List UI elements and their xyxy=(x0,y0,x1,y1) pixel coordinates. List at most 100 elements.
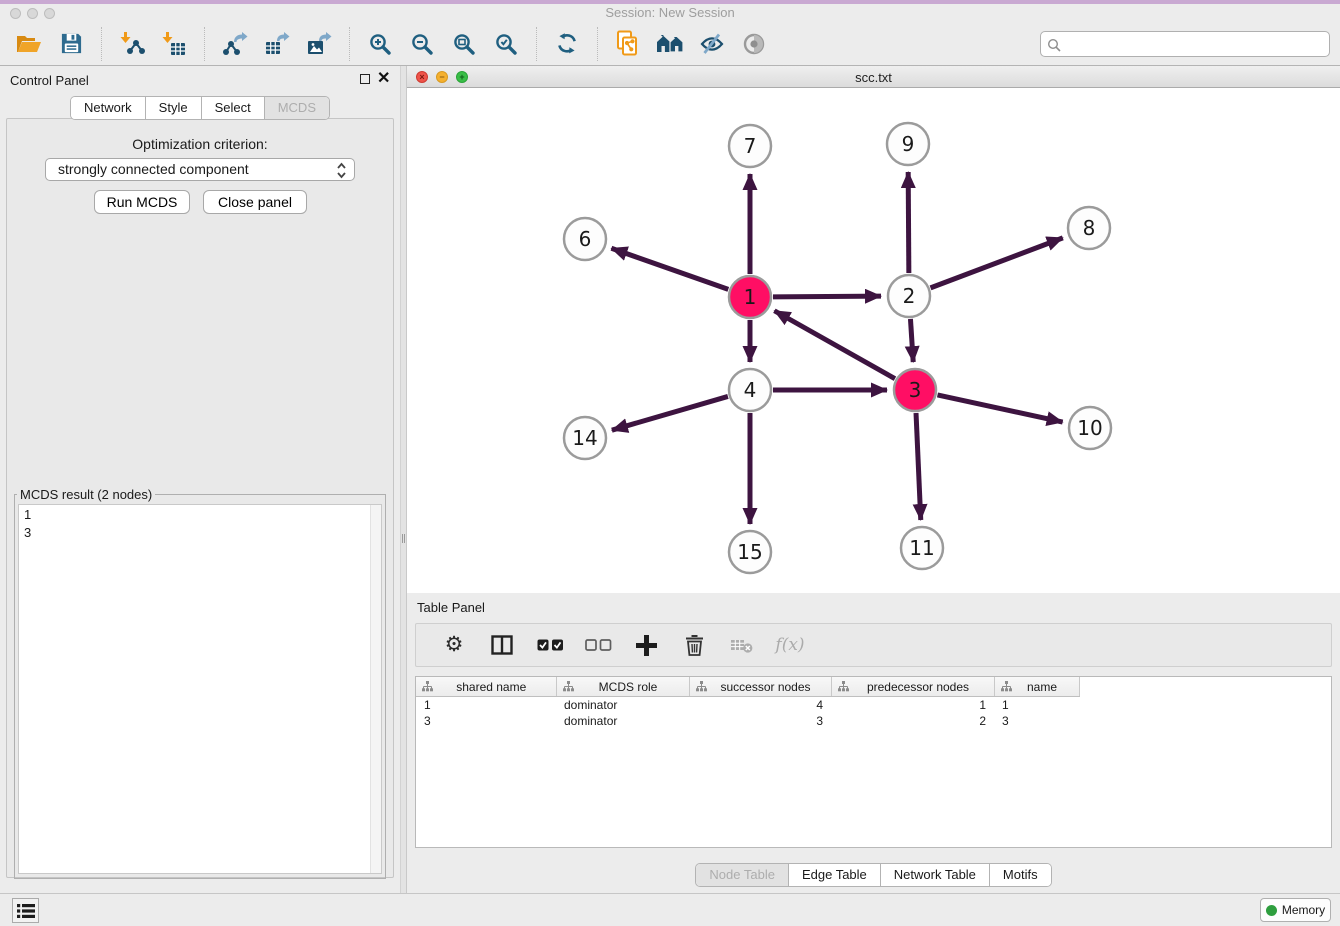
table-row[interactable]: 3dominator323 xyxy=(416,713,1079,729)
table-cell: 3 xyxy=(689,713,831,729)
splitter-grip xyxy=(402,534,405,543)
new-network-from-selection-icon[interactable] xyxy=(613,29,643,59)
ndex-icon[interactable] xyxy=(655,29,685,59)
graph-node-3[interactable]: 3 xyxy=(894,369,936,411)
table-tab-edge-table[interactable]: Edge Table xyxy=(789,864,881,886)
table-tab-node-table[interactable]: Node Table xyxy=(696,864,789,886)
toolbar-separator xyxy=(536,27,537,61)
table-cell: 4 xyxy=(689,697,831,713)
search-input[interactable] xyxy=(1065,33,1325,55)
import-table-icon[interactable] xyxy=(159,29,189,59)
zoom-fit-icon[interactable] xyxy=(449,29,479,59)
svg-text:3: 3 xyxy=(909,378,922,402)
svg-text:8: 8 xyxy=(1083,216,1096,240)
open-file-icon[interactable] xyxy=(14,29,44,59)
table-panel-title: Table Panel xyxy=(417,600,485,615)
graph-node-1[interactable]: 1 xyxy=(729,276,771,318)
table-cell: dominator xyxy=(556,713,689,729)
zoom-out-icon[interactable] xyxy=(407,29,437,59)
graph-node-14[interactable]: 14 xyxy=(564,417,606,459)
graph-node-10[interactable]: 10 xyxy=(1069,407,1111,449)
task-history-button[interactable] xyxy=(12,898,39,923)
hide-selected-icon[interactable] xyxy=(697,29,727,59)
column-header-shared-name[interactable]: shared name xyxy=(416,677,556,697)
table-tab-network-table[interactable]: Network Table xyxy=(881,864,990,886)
graph-edge-3-1[interactable] xyxy=(774,311,895,379)
graph-edge-3-11[interactable] xyxy=(916,413,921,520)
tab-style[interactable]: Style xyxy=(146,97,202,119)
graph-edge-2-9[interactable] xyxy=(908,172,909,273)
table-row[interactable]: 1dominator411 xyxy=(416,697,1079,713)
select-all-icon[interactable] xyxy=(535,630,565,660)
table-cell: 2 xyxy=(831,713,994,729)
export-image-icon[interactable] xyxy=(304,29,334,59)
result-line: 3 xyxy=(19,523,381,541)
graph-node-6[interactable]: 6 xyxy=(564,218,606,260)
table-cell: 3 xyxy=(994,713,1079,729)
graph-node-4[interactable]: 4 xyxy=(729,369,771,411)
close-panel-icon[interactable]: ✕ xyxy=(377,70,390,88)
zoom-in-icon[interactable] xyxy=(365,29,395,59)
application-window: Session: New Session xyxy=(0,0,1340,926)
network-window-titlebar: × − + scc.txt xyxy=(407,66,1340,88)
deselect-all-icon[interactable] xyxy=(583,630,613,660)
graph-edge-3-10[interactable] xyxy=(937,395,1062,422)
graph-edge-2-8[interactable] xyxy=(931,238,1063,288)
table-cell: 1 xyxy=(416,697,556,713)
show-all-icon[interactable] xyxy=(739,29,769,59)
graph-edge-4-14[interactable] xyxy=(612,396,728,430)
tab-network[interactable]: Network xyxy=(71,97,146,119)
table-cell: dominator xyxy=(556,697,689,713)
float-panel-icon[interactable] xyxy=(360,74,370,84)
svg-text:7: 7 xyxy=(744,134,757,158)
graph-edge-1-6[interactable] xyxy=(611,248,728,289)
graph-node-9[interactable]: 9 xyxy=(887,123,929,165)
control-panel-title: Control Panel xyxy=(10,73,89,88)
save-icon[interactable] xyxy=(56,29,86,59)
table-settings-gear-icon[interactable]: ⚙ xyxy=(439,630,469,660)
export-table-icon[interactable] xyxy=(262,29,292,59)
table-tab-motifs[interactable]: Motifs xyxy=(990,864,1051,886)
network-canvas[interactable]: 1 2 3 4 6 7 8 9 10 11 14 15 xyxy=(407,88,1340,593)
search-box xyxy=(1040,31,1330,57)
column-header-MCDS-role[interactable]: MCDS role xyxy=(556,677,689,697)
svg-text:11: 11 xyxy=(909,536,934,560)
titlebar: Session: New Session xyxy=(0,0,1340,22)
optimization-criterion-label: Optimization criterion: xyxy=(0,136,400,152)
graph-node-7[interactable]: 7 xyxy=(729,125,771,167)
delete-column-trash-icon[interactable] xyxy=(679,630,709,660)
memory-status-dot xyxy=(1266,905,1277,916)
network-window-title: scc.txt xyxy=(407,70,1340,85)
graph-node-2[interactable]: 2 xyxy=(888,275,930,317)
toolbar-separator xyxy=(349,27,350,61)
optimization-criterion-select[interactable]: strongly connected component xyxy=(45,158,355,181)
graph-node-15[interactable]: 15 xyxy=(729,531,771,573)
column-header-predecessor-nodes[interactable]: predecessor nodes xyxy=(831,677,994,697)
svg-text:15: 15 xyxy=(737,540,762,564)
graph-edge-2-3[interactable] xyxy=(910,319,913,362)
graph-node-8[interactable]: 8 xyxy=(1068,207,1110,249)
graph-edge-1-2[interactable] xyxy=(773,296,881,297)
zoom-selected-icon[interactable] xyxy=(491,29,521,59)
table-panel-tabs: Node TableEdge TableNetwork TableMotifs xyxy=(695,863,1051,887)
search-icon xyxy=(1047,38,1061,52)
graph-node-11[interactable]: 11 xyxy=(901,527,943,569)
table-header-row: shared nameMCDS rolesuccessor nodesprede… xyxy=(416,677,1079,697)
table-cell: 1 xyxy=(831,697,994,713)
show-columns-icon[interactable] xyxy=(487,630,517,660)
memory-button[interactable]: Memory xyxy=(1260,898,1331,922)
tab-select[interactable]: Select xyxy=(202,97,265,119)
vertical-splitter[interactable] xyxy=(400,66,407,893)
import-network-icon[interactable] xyxy=(117,29,147,59)
export-network-icon[interactable] xyxy=(220,29,250,59)
add-column-icon[interactable] xyxy=(631,630,661,660)
result-scrollbar[interactable] xyxy=(370,505,381,873)
tab-mcds[interactable]: MCDS xyxy=(265,97,329,119)
close-panel-button[interactable]: Close panel xyxy=(203,190,307,214)
column-header-name[interactable]: name xyxy=(994,677,1079,697)
column-header-successor-nodes[interactable]: successor nodes xyxy=(689,677,831,697)
refresh-view-icon[interactable] xyxy=(552,29,582,59)
mcds-result-list: 13 xyxy=(18,504,382,874)
run-mcds-button[interactable]: Run MCDS xyxy=(94,190,190,214)
result-line: 1 xyxy=(19,505,381,523)
